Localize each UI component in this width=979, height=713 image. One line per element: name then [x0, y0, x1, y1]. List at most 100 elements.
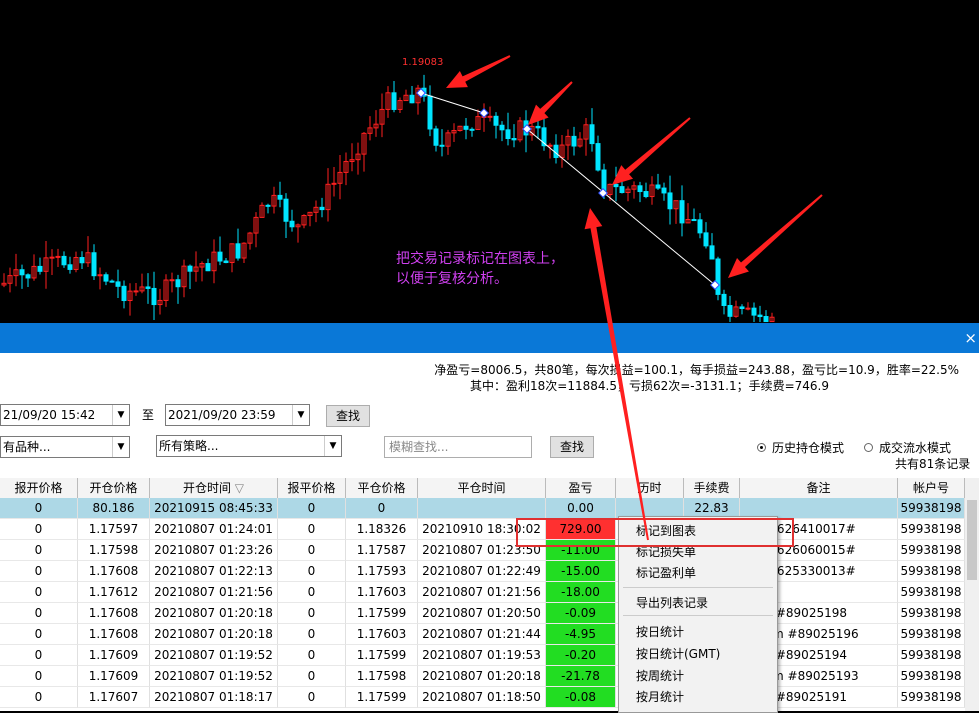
- table-row[interactable]: 0 1.17612 20210807 01:21:56 0 1.17603 2021080…: [0, 582, 965, 603]
- column-header[interactable]: 历时: [616, 478, 684, 498]
- table-row[interactable]: 0 1.17597 20210807 01:24:01 0 1.18326 2021091…: [0, 519, 965, 540]
- menu-separator: [623, 615, 773, 616]
- table-row[interactable]: 0 1.17609 20210807 01:19:52 0 1.17599 2021080…: [0, 645, 965, 666]
- candle-body: [661, 187, 667, 194]
- scrollbar-thumb[interactable]: [967, 500, 977, 580]
- candle-body: [175, 279, 181, 288]
- context-menu-item[interactable]: 按日统计: [619, 622, 777, 643]
- summary-stats-line1: 净盈亏=8006.5，共80笔，每次损益=100.1，每手损益=243.88，盈…: [434, 363, 959, 377]
- candle-body: [409, 94, 415, 104]
- strategy-select[interactable]: 所有策略... ▼: [156, 435, 342, 457]
- column-header[interactable]: 手续费: [684, 478, 740, 498]
- candle-body: [721, 293, 727, 306]
- table-cell: 20210807 01:20:18: [418, 666, 546, 687]
- table-cell: 1.17609: [78, 666, 150, 687]
- column-header[interactable]: 报开价格: [0, 478, 78, 498]
- chevron-down-icon[interactable]: ▼: [324, 436, 341, 456]
- candle-body: [535, 125, 541, 129]
- candle-body: [133, 290, 139, 293]
- table-cell: 0: [0, 687, 78, 708]
- context-menu-item[interactable]: 导出列表记录: [619, 593, 777, 614]
- fuzzy-search-input[interactable]: 模糊查找...: [384, 436, 532, 458]
- table-cell: 1.17599: [346, 687, 418, 708]
- context-menu-item[interactable]: 按月统计: [619, 687, 777, 708]
- table-cell: 80.186: [78, 498, 150, 519]
- table-row[interactable]: 0 1.17607 20210807 01:18:17 0 1.17599 2021080…: [0, 687, 965, 708]
- table-cell: -15.00: [546, 561, 616, 582]
- context-menu-item[interactable]: 按周统计: [619, 666, 777, 687]
- table-cell: -0.09: [546, 603, 616, 624]
- column-header[interactable]: 盈亏: [546, 478, 616, 498]
- search-button-2[interactable]: 查找: [550, 436, 594, 458]
- candle-body: [115, 281, 121, 287]
- sort-icon[interactable]: ▽: [231, 481, 244, 495]
- column-header[interactable]: 帐户号: [898, 478, 965, 498]
- table-cell: 0: [0, 540, 78, 561]
- table-row[interactable]: 0 1.17609 20210807 01:19:52 0 1.17598 2021080…: [0, 666, 965, 687]
- table-cell: 20210807 01:19:52: [150, 666, 278, 687]
- candle-body: [595, 143, 601, 171]
- column-header[interactable]: 报平价格: [278, 478, 346, 498]
- table-cell: 59938198: [898, 498, 965, 519]
- table-cell: 59938198: [898, 540, 965, 561]
- table-cell: 0: [278, 498, 346, 519]
- table-row[interactable]: 0 80.186 20210915 08:45:33 0 0 0.00 22.83 59938…: [0, 498, 965, 519]
- chevron-down-icon[interactable]: ▼: [292, 405, 309, 425]
- table-cell: 1.17603: [346, 624, 418, 645]
- mode-history-label[interactable]: 历史持仓模式: [772, 439, 844, 456]
- column-header[interactable]: 备注: [740, 478, 898, 498]
- chart-annotation: 把交易记录标记在图表上， 以便于复核分析。: [396, 249, 564, 289]
- table-cell: 0.00: [546, 498, 616, 519]
- table-cell: 0: [0, 645, 78, 666]
- close-icon[interactable]: ×: [964, 329, 977, 347]
- context-menu-item[interactable]: 标记盈利单: [619, 563, 777, 584]
- candle-body: [571, 135, 577, 147]
- mode-history-radio[interactable]: [757, 443, 766, 452]
- table-row[interactable]: 0 1.17598 20210807 01:23:26 0 1.17587 2021080…: [0, 540, 965, 561]
- context-menu-item[interactable]: 按日统计(GMT): [619, 644, 777, 665]
- column-header[interactable]: 平仓时间: [418, 478, 546, 498]
- candle-body: [547, 144, 553, 147]
- table-cell: 59938198: [898, 687, 965, 708]
- column-header[interactable]: 开仓时间 ▽: [150, 478, 278, 498]
- annotation-line-2: 以便于复核分析。: [396, 271, 508, 287]
- candle-body: [493, 115, 499, 126]
- mode-flow-radio[interactable]: [864, 443, 873, 452]
- end-time-picker[interactable]: 2021/09/20 23:59 ▼: [165, 404, 310, 426]
- end-time-value: 2021/09/20 23:59: [168, 408, 276, 422]
- candle-body: [619, 186, 625, 194]
- symbol-select[interactable]: 有品种... ▼: [0, 436, 130, 458]
- table-cell: 20210807 01:19:52: [150, 645, 278, 666]
- start-time-picker[interactable]: 21/09/20 15:42 ▼: [0, 404, 130, 426]
- table-cell: 0: [278, 645, 346, 666]
- candle-body: [91, 252, 97, 277]
- candle-body: [751, 307, 757, 316]
- candle-body: [715, 258, 721, 295]
- candle-body: [469, 128, 475, 131]
- table-cell: 1.17609: [78, 645, 150, 666]
- column-header[interactable]: 平仓价格: [346, 478, 418, 498]
- candle-body: [691, 219, 697, 222]
- table-cell: 0: [0, 603, 78, 624]
- column-header[interactable]: 开仓价格: [78, 478, 150, 498]
- table-cell: 20210807 01:21:44: [418, 624, 546, 645]
- vertical-scrollbar[interactable]: [965, 478, 979, 711]
- candle-body: [97, 274, 103, 277]
- table-cell: 59938198: [898, 519, 965, 540]
- chevron-down-icon[interactable]: ▼: [112, 405, 129, 425]
- table-row[interactable]: 0 1.17608 20210807 01:20:18 0 1.17599 2021080…: [0, 603, 965, 624]
- candle-body: [25, 274, 31, 279]
- candle-body: [289, 220, 295, 228]
- mode-flow-label[interactable]: 成交流水模式: [879, 439, 951, 456]
- table-row[interactable]: 0 1.17608 20210807 01:22:13 0 1.17593 2021080…: [0, 561, 965, 582]
- chevron-down-icon[interactable]: ▼: [112, 437, 129, 457]
- search-button[interactable]: 查找: [326, 405, 370, 427]
- candle-body: [439, 144, 445, 147]
- table-cell: 59938198: [898, 561, 965, 582]
- table-cell: -21.78: [546, 666, 616, 687]
- table-cell: 0: [0, 624, 78, 645]
- table-cell: 0: [278, 624, 346, 645]
- table-cell: 20210807 01:24:01: [150, 519, 278, 540]
- table-row[interactable]: 0 1.17608 20210807 01:20:18 0 1.17603 2021080…: [0, 624, 965, 645]
- record-count: 共有81条记录: [895, 457, 971, 471]
